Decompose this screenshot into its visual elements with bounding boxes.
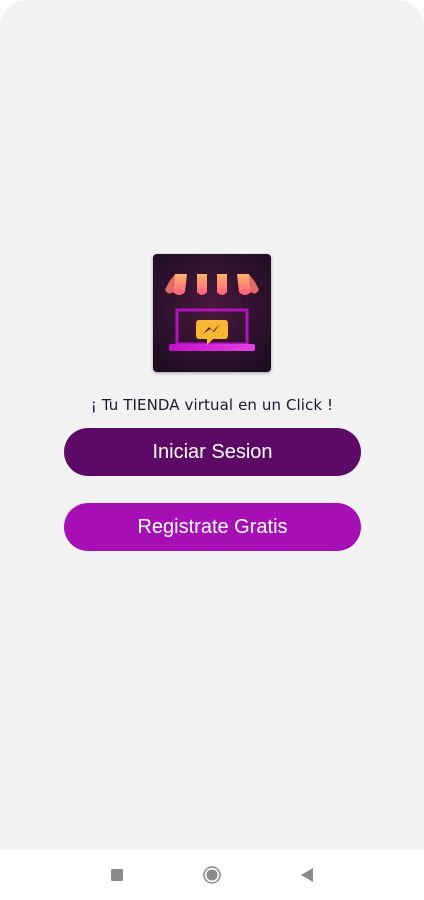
app-tagline: ¡ Tu TIENDA virtual en un Click ! [90, 396, 334, 414]
register-button[interactable]: Registrate Gratis [64, 503, 361, 551]
store-logo-icon [153, 254, 271, 372]
home-icon[interactable] [203, 866, 221, 884]
login-button[interactable]: Iniciar Sesion [64, 428, 361, 476]
app-screen: ¡ Tu TIENDA virtual en un Click ! Inicia… [0, 0, 424, 900]
system-nav-bar [0, 850, 424, 900]
back-icon[interactable] [300, 867, 314, 883]
recent-apps-icon[interactable] [111, 869, 123, 881]
